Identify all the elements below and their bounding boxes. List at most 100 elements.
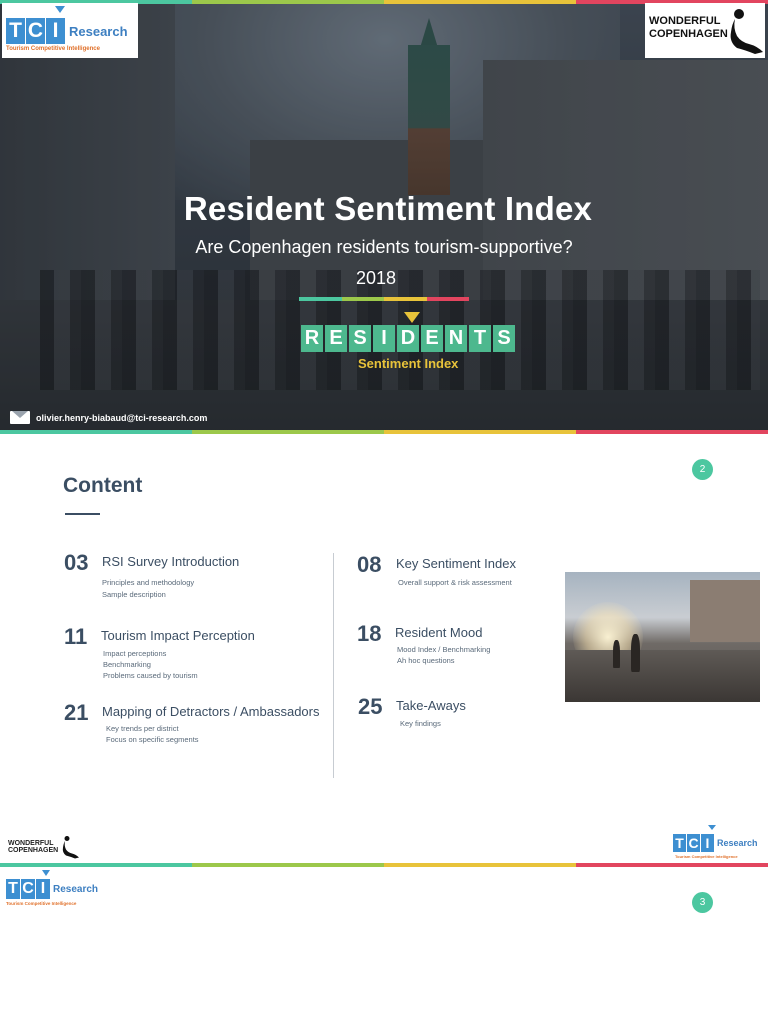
residents-letter: N — [445, 325, 467, 352]
tci-logo-triangle — [708, 825, 716, 830]
tci-tagline: Tourism Competitive Intelligence — [6, 901, 77, 906]
toc-subitem: Mood Index / Benchmarking — [397, 645, 491, 654]
residents-logo: R E S I D E N T S — [301, 325, 515, 352]
residents-letter: S — [349, 325, 371, 352]
stripe-lime — [192, 863, 384, 867]
photo-building — [690, 580, 760, 642]
email-address[interactable]: olivier.henry-biabaud@tci-research.com — [36, 413, 207, 423]
tci-letter-c: C — [687, 834, 700, 852]
toc-subitem: Problems caused by tourism — [103, 671, 198, 680]
toc-item[interactable]: 18 Resident Mood Mood Index / Benchmarki… — [357, 621, 557, 671]
toc-page-number: 25 — [358, 694, 383, 719]
toc-item[interactable]: 08 Key Sentiment Index Overall support &… — [357, 552, 557, 592]
toc-subitem: Impact perceptions — [103, 649, 167, 658]
toc-subitem: Key trends per district — [106, 724, 179, 733]
wonderful-copenhagen-logo: WONDERFUL COPENHAGEN — [645, 3, 765, 58]
copenhagen-text-small: COPENHAGEN — [8, 847, 59, 854]
tci-letter-c: C — [26, 18, 45, 44]
toc-item[interactable]: 03 RSI Survey Introduction Principles an… — [64, 550, 324, 600]
tci-logo: T C I Research Tourism Competitive Intel… — [2, 3, 138, 58]
cover-slide: T C I Research Tourism Competitive Intel… — [0, 0, 768, 434]
stripe-yellow — [384, 430, 576, 434]
residents-letter: T — [469, 325, 491, 352]
stripe-red — [576, 430, 768, 434]
toc-subitem: Principles and methodology — [102, 578, 195, 587]
mini-stripe-yellow — [384, 297, 427, 301]
toc-subitem: Key findings — [400, 719, 441, 728]
toc-subitem: Benchmarking — [103, 660, 151, 669]
residents-letter: E — [421, 325, 443, 352]
cover-title: Resident Sentiment Index — [183, 190, 593, 227]
wonderful-copenhagen-logo-small: WONDERFUL COPENHAGEN — [8, 834, 80, 860]
tci-logo-triangle — [42, 870, 50, 876]
page-number-badge: 2 — [692, 459, 713, 480]
stripe-yellow — [384, 863, 576, 867]
residents-triangle-icon — [404, 312, 420, 323]
title-underline — [65, 513, 100, 515]
toc-subitem: Ah hoc questions — [397, 656, 455, 665]
tci-tagline: Tourism Competitive Intelligence — [675, 854, 738, 859]
photo-person — [613, 640, 620, 668]
mini-stripe-lime — [341, 297, 384, 301]
residents-letter: E — [325, 325, 347, 352]
tci-word: Research — [717, 838, 758, 848]
cover-year: 2018 — [355, 268, 397, 288]
mermaid-icon — [62, 836, 80, 859]
copenhagen-text: COPENHAGEN — [649, 28, 728, 40]
wonderful-text-small: WONDERFUL — [8, 840, 54, 847]
tci-word: Research — [53, 883, 99, 895]
stripe-green — [0, 430, 192, 434]
tci-letter-t: T — [6, 18, 25, 44]
tci-letter-t: T — [6, 879, 20, 899]
photo-person — [631, 634, 640, 672]
stripe-yellow — [384, 0, 576, 4]
residents-letter: I — [373, 325, 395, 352]
stripe-lime — [192, 0, 384, 4]
toc-heading[interactable]: RSI Survey Introduction — [102, 554, 239, 569]
residents-letter: D — [397, 325, 419, 352]
tci-logo-small: T C I Research Tourism Competitive Intel… — [673, 825, 765, 861]
tci-letter-i: I — [701, 834, 714, 852]
photo-road — [565, 650, 760, 702]
contact-email[interactable]: olivier.henry-biabaud@tci-research.com — [10, 411, 207, 424]
toc-subitem: Focus on specific segments — [106, 735, 199, 744]
tci-word: Research — [69, 23, 128, 39]
toc-item[interactable]: 11 Tourism Impact Perception Impact perc… — [64, 624, 324, 684]
tci-logo-slide3: T C I Research Tourism Competitive Intel… — [4, 868, 114, 910]
tci-letter-c: C — [21, 879, 35, 899]
copenhagen-street-photo — [565, 572, 760, 702]
content-title: Content — [63, 474, 143, 497]
toc-page-number: 03 — [64, 550, 89, 575]
mini-stripe-red — [426, 297, 469, 301]
toc-heading[interactable]: Resident Mood — [395, 625, 482, 640]
mail-icon — [10, 411, 30, 424]
toc-subitem: Sample description — [102, 590, 166, 599]
contents-bottom-stripe — [0, 863, 768, 867]
toc-page-number: 18 — [357, 621, 382, 646]
stripe-lime — [192, 430, 384, 434]
stripe-green — [0, 863, 192, 867]
toc-heading[interactable]: Mapping of Detractors / Ambassadors — [102, 704, 320, 719]
tci-logo-triangle — [55, 6, 65, 13]
page-number-badge: 3 — [692, 892, 713, 913]
tci-letter-i: I — [36, 879, 50, 899]
toc-heading[interactable]: Tourism Impact Perception — [101, 628, 255, 643]
residents-letter: R — [301, 325, 323, 352]
toc-page-number: 21 — [64, 700, 89, 725]
tci-letter-t: T — [673, 834, 686, 852]
stripe-red — [576, 863, 768, 867]
tci-tagline: Tourism Competitive Intelligence — [6, 46, 100, 52]
toc-heading[interactable]: Take-Aways — [396, 698, 466, 713]
toc-page-number: 08 — [357, 552, 382, 577]
residents-letter: S — [493, 325, 515, 352]
column-divider — [333, 553, 334, 778]
residents-subtitle: Sentiment Index — [358, 356, 459, 371]
mini-stripe-green — [299, 297, 342, 301]
toc-subitem: Overall support & risk assessment — [398, 578, 512, 587]
toc-item[interactable]: 21 Mapping of Detractors / Ambassadors K… — [64, 700, 329, 750]
toc-item[interactable]: 25 Take-Aways Key findings — [358, 694, 558, 734]
toc-page-number: 11 — [64, 624, 88, 649]
wonderful-text: WONDERFUL — [649, 15, 721, 27]
cover-subtitle: Are Copenhagen residents tourism-support… — [195, 237, 573, 257]
toc-heading[interactable]: Key Sentiment Index — [396, 556, 516, 571]
